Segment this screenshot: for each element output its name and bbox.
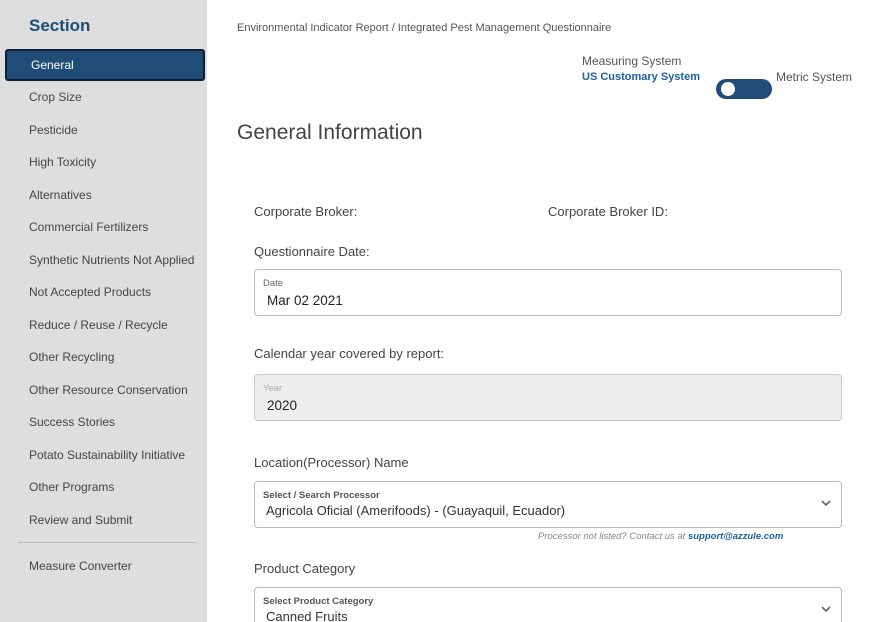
sidebar-item-high-toxicity[interactable]: High Toxicity [0,146,207,179]
calendar-year-label: Calendar year covered by report: [254,346,445,361]
help-text: Processor not listed? Contact us at [538,531,686,542]
sidebar-item-commercial-fertilizers[interactable]: Commercial Fertilizers [0,211,207,244]
product-category-label: Product Category [254,561,356,576]
sidebar: Section General Crop Size Pesticide High… [0,0,207,622]
product-category-select-value: Canned Fruits [266,609,348,622]
product-category-select-label: Select Product Category [263,596,374,607]
corporate-broker-label: Corporate Broker: [254,204,358,219]
sidebar-item-other-recycling[interactable]: Other Recycling [0,341,207,374]
date-field-value: Mar 02 2021 [267,293,343,308]
measuring-system-toggle[interactable] [716,79,772,99]
sidebar-item-pesticide[interactable]: Pesticide [0,114,207,147]
sidebar-item-other-programs[interactable]: Other Programs [0,471,207,504]
sidebar-item-general[interactable]: General [5,49,205,81]
sidebar-divider [18,542,196,543]
year-field: Year 2020 [254,374,842,421]
breadcrumb: Environmental Indicator Report / Integra… [237,22,612,34]
date-field[interactable]: Date Mar 02 2021 [254,269,842,316]
year-field-label: Year [263,383,283,394]
sidebar-item-crop-size[interactable]: Crop Size [0,81,207,114]
date-field-label: Date [263,278,284,289]
sidebar-nav: General Crop Size Pesticide High Toxicit… [0,49,207,536]
page-title: General Information [237,121,423,144]
processor-select[interactable]: Select / Search Processor Agricola Ofici… [254,481,842,528]
sidebar-item-measure-converter[interactable]: Measure Converter [29,559,132,573]
processor-help-text: Processor not listed? Contact us at supp… [538,531,783,542]
year-field-value: 2020 [267,398,298,413]
sidebar-item-success-stories[interactable]: Success Stories [0,406,207,439]
product-category-select[interactable]: Select Product Category Canned Fruits [254,587,842,622]
processor-select-value: Agricola Oficial (Amerifoods) - (Guayaqu… [266,503,566,518]
questionnaire-date-label: Questionnaire Date: [254,244,370,259]
sidebar-item-review-submit[interactable]: Review and Submit [0,504,207,537]
sidebar-item-other-resource-conservation[interactable]: Other Resource Conservation [0,374,207,407]
chevron-down-icon [821,500,831,507]
processor-select-label: Select / Search Processor [263,490,380,501]
metric-system-option[interactable]: Metric System [776,70,852,84]
sidebar-title: Section [29,16,91,35]
toggle-knob [721,82,735,96]
measuring-system-label: Measuring System [582,54,682,68]
location-label: Location(Processor) Name [254,455,409,470]
chevron-down-icon [821,606,831,613]
sidebar-item-not-accepted-products[interactable]: Not Accepted Products [0,276,207,309]
us-customary-option[interactable]: US Customary System [582,71,700,83]
sidebar-item-reduce-reuse-recycle[interactable]: Reduce / Reuse / Recycle [0,309,207,342]
support-email-link[interactable]: support@azzule.com [688,531,783,542]
sidebar-item-alternatives[interactable]: Alternatives [0,179,207,212]
sidebar-item-potato-sustainability[interactable]: Potato Sustainability Initiative [0,439,207,472]
sidebar-item-synthetic-nutrients[interactable]: Synthetic Nutrients Not Applied [0,244,207,277]
corporate-broker-id-label: Corporate Broker ID: [548,204,668,219]
